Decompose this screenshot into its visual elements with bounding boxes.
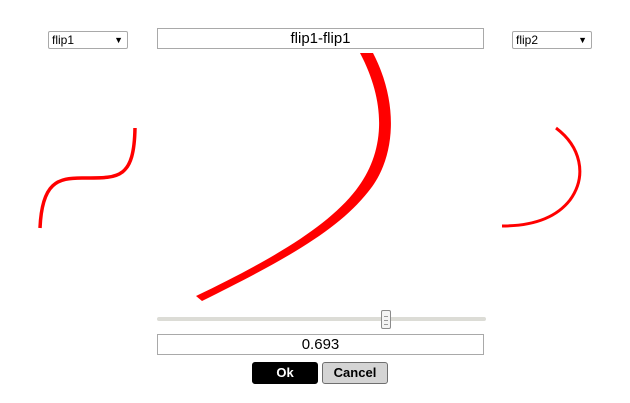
right-curve-preview xyxy=(501,126,582,228)
chevron-down-icon: ▼ xyxy=(578,35,587,45)
slider-value-field[interactable]: 0.693 xyxy=(157,334,484,355)
left-curve-path xyxy=(38,127,137,229)
right-curve-path xyxy=(501,126,582,228)
curve-name-field[interactable]: flip1-flip1 xyxy=(157,28,484,49)
left-flip-select[interactable]: flip1 ▼ xyxy=(48,31,128,49)
ok-button[interactable]: Ok xyxy=(252,362,318,384)
left-flip-select-value: flip1 xyxy=(52,33,75,47)
interpolation-slider-handle[interactable] xyxy=(381,310,391,329)
main-curve-preview xyxy=(196,53,391,301)
main-curve-fill xyxy=(196,53,391,301)
cancel-button[interactable]: Cancel xyxy=(322,362,388,384)
interpolation-slider-track[interactable] xyxy=(157,317,486,321)
right-flip-select-value: flip2 xyxy=(516,33,539,47)
left-curve-preview xyxy=(38,127,137,229)
chevron-down-icon: ▼ xyxy=(114,35,123,45)
right-flip-select[interactable]: flip2 ▼ xyxy=(512,31,592,49)
grip-icon xyxy=(384,316,388,325)
